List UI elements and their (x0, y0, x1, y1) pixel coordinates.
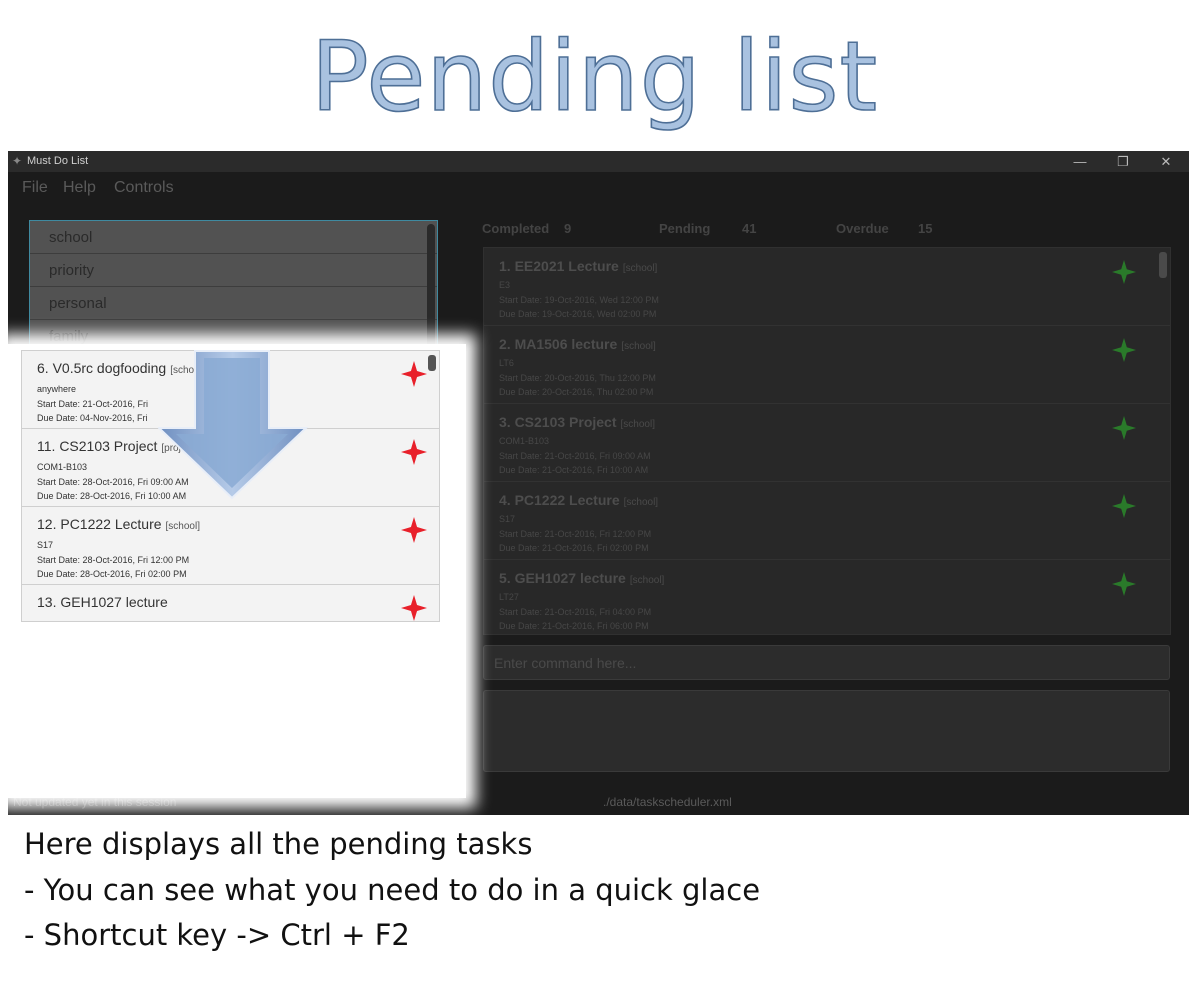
pending-task-title: 11. CS2103 Project (37, 438, 158, 454)
task-tags: [school] (620, 419, 655, 430)
app-icon: ✦ (12, 154, 23, 168)
task-tags: [school] (629, 575, 665, 586)
task-title: 4. PC1222 Lecture (499, 492, 620, 508)
four-point-star-icon (401, 439, 427, 465)
task-location: E3 (499, 280, 511, 290)
command-box (483, 645, 1170, 680)
task-start-date: Start Date: 21-Oct-2016, Fri 12:00 PM (499, 528, 652, 539)
task-title: 1. EE2021 Lecture (499, 258, 619, 274)
four-point-star-icon (1112, 260, 1136, 284)
task-tags: [school] (621, 341, 656, 352)
pending-task-location: S17 (37, 540, 54, 550)
tag-item-personal[interactable]: personal (30, 287, 437, 320)
minimize-button[interactable]: — (1060, 151, 1100, 172)
pending-task-title: 13. GEH1027 lecture (37, 594, 168, 610)
task-title: 3. CS2103 Project (499, 414, 617, 430)
task-due-date: Due Date: 19-Oct-2016, Wed 02:00 PM (499, 309, 657, 319)
command-input[interactable] (484, 646, 1169, 679)
pending-task-tags: [school] (165, 521, 200, 532)
task-tags: [school] (623, 497, 659, 508)
task-location: COM1-B103 (499, 436, 550, 446)
storage-path: ./data/taskscheduler.xml (603, 795, 732, 809)
window-title: Must Do List (27, 155, 89, 167)
overdue-label: Overdue (836, 221, 889, 236)
task-due-date: Due Date: 21-Oct-2016, Fri 10:00 AM (499, 465, 649, 475)
task-due-date: Due Date: 21-Oct-2016, Fri 06:00 PM (499, 621, 649, 631)
task-card[interactable]: 4. PC1222 Lecture [school] S17 Start Date… (484, 482, 1170, 560)
four-point-star-icon (1112, 494, 1136, 518)
caption-block: Here displays all the pending tasks - Yo… (24, 822, 760, 959)
task-start-date: Start Date: 21-Oct-2016, Fri 09:00 AM (499, 450, 651, 461)
four-point-star-icon (401, 361, 427, 387)
caption-line: - Shortcut key -> Ctrl + F2 (24, 918, 410, 952)
pending-task-card[interactable]: 13. GEH1027 lecture (22, 585, 439, 621)
task-start-date: Start Date: 21-Oct-2016, Fri 04:00 PM (499, 606, 652, 617)
task-location: LT27 (499, 592, 519, 602)
overdue-count: 15 (918, 221, 933, 236)
pending-task-due-date: Due Date: 28-Oct-2016, Fri 02:00 PM (37, 569, 187, 579)
completed-label: Completed (482, 221, 550, 236)
task-title: 5. GEH1027 lecture (499, 570, 626, 586)
task-card[interactable]: 5. GEH1027 lecture [school] LT27 Start Da… (484, 560, 1170, 634)
tag-item-school[interactable]: school (30, 221, 437, 254)
menu-file[interactable]: File (22, 179, 48, 197)
task-title: 2. MA1506 lecture (499, 336, 618, 352)
task-start-date: Start Date: 19-Oct-2016, Wed 12:00 PM (499, 294, 659, 305)
result-display (483, 690, 1170, 772)
down-arrow-icon (158, 350, 308, 500)
task-tags: [school] (622, 263, 658, 274)
window-titlebar: ✦ Must Do List — ❐ ✕ (8, 151, 1189, 172)
task-card[interactable]: 1. EE2021 Lecture [school] E3 Start Date:… (484, 248, 1170, 326)
pending-task-title: 6. V0.5rc dogfooding (37, 360, 167, 376)
four-point-star-icon (401, 517, 427, 543)
task-card[interactable]: 3. CS2103 Project [school] COM1-B103 Star… (484, 404, 1170, 482)
pending-task-start-date: Start Date: 28-Oct-2016, Fri 12:00 PM (37, 554, 190, 565)
menu-bar: File Help Controls (8, 172, 1189, 202)
slide-title: Pending list (310, 21, 879, 133)
task-location: LT6 (499, 358, 514, 368)
four-point-star-icon (1112, 572, 1136, 596)
task-location: S17 (499, 514, 516, 524)
four-point-star-icon (1112, 416, 1136, 440)
four-point-star-icon (401, 595, 427, 621)
pending-count: 41 (742, 221, 757, 236)
pending-task-card[interactable]: 12. PC1222 Lecture [school] S17 Start Dat… (22, 507, 439, 585)
task-list: 1. EE2021 Lecture [school] E3 Start Date:… (483, 247, 1171, 635)
task-card[interactable]: 2. MA1506 lecture [school] LT6 Start Date… (484, 326, 1170, 404)
completed-count: 9 (564, 221, 572, 236)
caption-line: Here displays all the pending tasks (24, 827, 533, 861)
pending-list-scrollbar[interactable] (428, 355, 436, 371)
task-due-date: Due Date: 21-Oct-2016, Fri 02:00 PM (499, 543, 649, 553)
pending-label: Pending (659, 221, 711, 236)
task-list-scrollbar[interactable] (1159, 252, 1167, 278)
menu-controls[interactable]: Controls (114, 179, 174, 197)
task-due-date: Due Date: 20-Oct-2016, Thu 02:00 PM (499, 387, 654, 397)
restore-button[interactable]: ❐ (1103, 151, 1143, 172)
four-point-star-icon (1112, 338, 1136, 362)
pending-task-title: 12. PC1222 Lecture (37, 516, 162, 532)
tag-item-priority[interactable]: priority (30, 254, 437, 287)
task-start-date: Start Date: 20-Oct-2016, Thu 12:00 PM (499, 372, 656, 383)
menu-help[interactable]: Help (63, 179, 96, 197)
close-button[interactable]: ✕ (1146, 151, 1186, 172)
caption-line: - You can see what you need to do in a q… (24, 872, 761, 907)
